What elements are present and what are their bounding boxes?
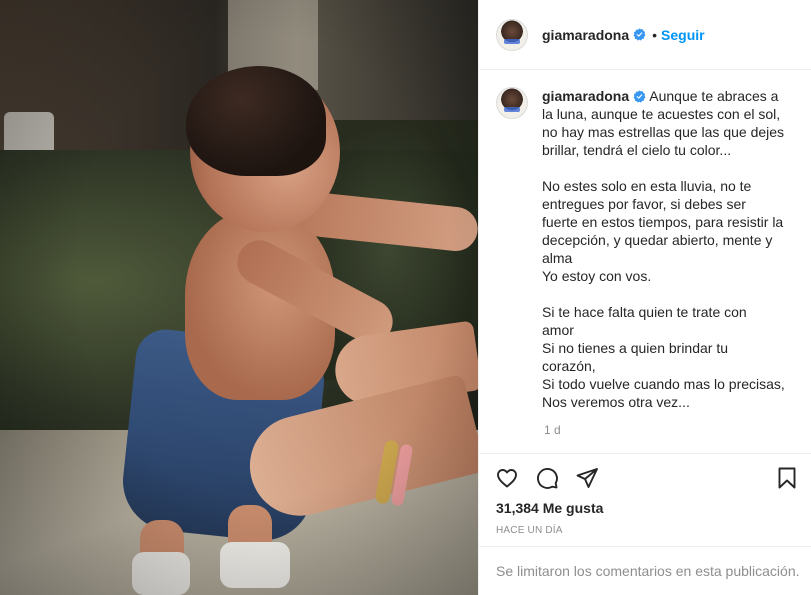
post-header: giamaradona • Seguir bbox=[479, 0, 811, 70]
author-username[interactable]: giamaradona bbox=[542, 27, 629, 43]
caption-gap bbox=[542, 159, 790, 177]
caption-line: Yo estoy con vos. bbox=[542, 268, 652, 284]
caption-line: entregues por favor, si debes ser bbox=[542, 196, 746, 212]
caption-area: giamaradona Aunque te abraces a la luna,… bbox=[479, 70, 811, 453]
caption-row: giamaradona Aunque te abraces a la luna,… bbox=[496, 87, 795, 411]
caption-line: Si no tienes a quien brindar tu bbox=[542, 340, 729, 356]
caption-time-ago[interactable]: 1 d bbox=[544, 423, 795, 437]
caption-line: fuerte en estos tiempos, para resistir l… bbox=[542, 214, 784, 230]
paper-plane-icon[interactable] bbox=[575, 466, 599, 490]
verified-badge-icon bbox=[633, 28, 646, 41]
caption-line: alma bbox=[542, 250, 573, 266]
post-side-panel: giamaradona • Seguir giamaradona Aunque … bbox=[478, 0, 811, 595]
caption-author-avatar[interactable] bbox=[496, 87, 528, 119]
caption-line: no hay mas estrellas que las que dejes bbox=[542, 124, 785, 140]
post-actions: 31,384 Me gusta HACE UN DÍA bbox=[479, 453, 811, 546]
caption-line: Si te hace falta quien te trate con bbox=[542, 304, 747, 320]
caption-line: brillar, tendrá el cielo tu color... bbox=[542, 142, 732, 158]
caption-line: Si todo vuelve cuando mas lo precisas, bbox=[542, 376, 785, 392]
bookmark-icon[interactable] bbox=[775, 466, 799, 490]
comments-disabled-notice: Se limitaron los comentarios en esta pub… bbox=[479, 546, 811, 595]
caption-username[interactable]: giamaradona bbox=[542, 88, 629, 104]
photo-vignette bbox=[0, 0, 478, 595]
caption-line: Aunque te abraces a bbox=[649, 88, 779, 104]
likes-count[interactable]: 31,384 Me gusta bbox=[479, 500, 811, 516]
caption-line: corazón, bbox=[542, 358, 596, 374]
caption-line: No estes solo en esta lluvia, no te bbox=[542, 178, 752, 194]
caption-text: giamaradona Aunque te abraces a la luna,… bbox=[542, 87, 790, 411]
caption-line: la luna, aunque te acuestes con el sol, bbox=[542, 106, 781, 122]
author-avatar[interactable] bbox=[496, 18, 528, 51]
verified-badge-icon bbox=[633, 90, 646, 103]
follow-button[interactable]: Seguir bbox=[661, 27, 705, 43]
action-icons-row bbox=[479, 454, 811, 502]
comment-icon[interactable] bbox=[535, 466, 559, 490]
post-photo[interactable] bbox=[0, 0, 478, 595]
instagram-post: giamaradona • Seguir giamaradona Aunque … bbox=[0, 0, 811, 595]
heart-icon[interactable] bbox=[495, 466, 519, 490]
caption-line: Nos veremos otra vez... bbox=[542, 394, 690, 410]
caption-line: amor bbox=[542, 322, 574, 338]
posted-time[interactable]: HACE UN DÍA bbox=[479, 525, 811, 536]
follow-separator: • bbox=[652, 26, 658, 43]
caption-gap bbox=[542, 285, 790, 303]
caption-line-first: giamaradona Aunque te abraces a bbox=[542, 87, 790, 105]
caption-line: decepción, y quedar abierto, mente y bbox=[542, 232, 773, 248]
